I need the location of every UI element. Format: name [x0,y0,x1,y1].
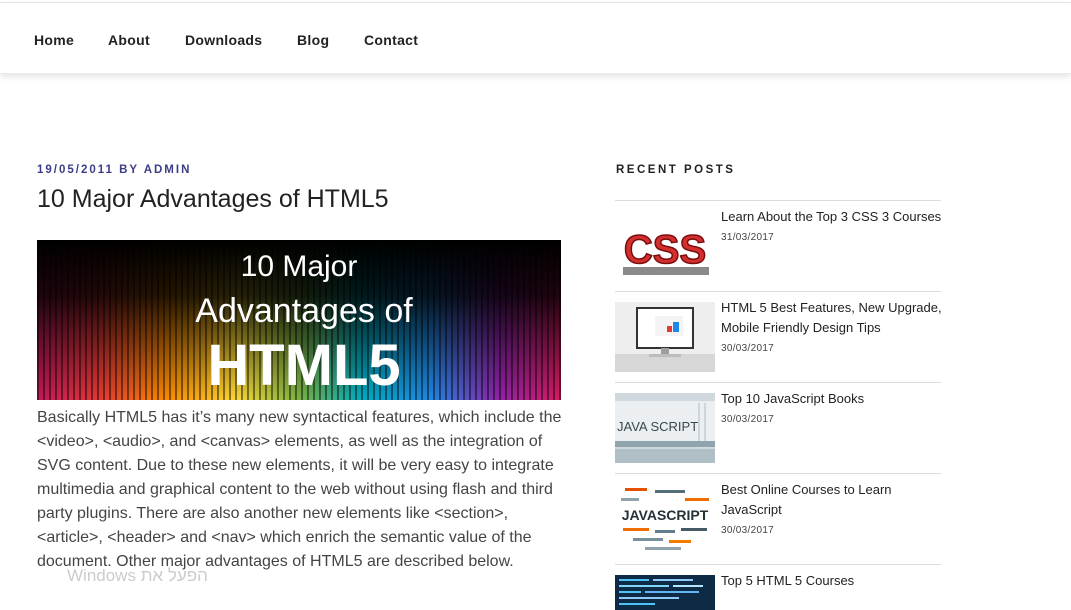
hero-text-line3: HTML5 [207,333,400,398]
nav-contact-link[interactable]: Contact [364,32,418,48]
javascript-cloud-thumb-text: JAVASCRIPT [622,507,709,523]
recent-post-item: JAVASCRIPT Best Online Courses to Learn … [615,473,941,564]
recent-post-item: Top 5 HTML 5 Courses [615,564,941,610]
nav-downloads-link[interactable]: Downloads [185,32,262,48]
post-body-text: Basically HTML5 has it’s many new syntac… [37,409,562,570]
recent-post-thumbnail[interactable] [615,302,715,372]
hero-text-line1: 10 Major [241,250,358,283]
recent-post-thumbnail[interactable] [615,575,715,610]
recent-posts-heading: RECENT POSTS [616,164,736,176]
main-navigation: Home About Downloads Blog Contact [0,3,1071,74]
recent-post-thumbnail[interactable]: CSS [615,211,715,281]
recent-post-title[interactable]: Learn About the Top 3 CSS 3 Courses [721,207,943,227]
post-meta: 19/05/2011 BY ADMIN [37,164,191,176]
recent-post-date: 30/03/2017 [721,414,775,425]
post-date[interactable]: 19/05/2011 [37,164,114,176]
windows-activation-watermark: Windows הפעל את [67,566,208,585]
recent-post-title[interactable]: HTML 5 Best Features, New Upgrade, Mobil… [721,298,943,338]
recent-post-item: CSS Learn About the Top 3 CSS 3 Courses … [615,200,941,291]
recent-post-item: JAVA SCRIPT Top 10 JavaScript Books 30/0… [615,382,941,473]
post-by-label: BY [119,164,139,176]
post-title[interactable]: 10 Major Advantages of HTML5 [37,185,389,214]
nav-home-link[interactable]: Home [34,32,74,48]
nav-about-link[interactable]: About [108,32,150,48]
recent-post-date: 31/03/2017 [721,232,775,243]
css-thumb-text: CSS [624,228,706,272]
recent-post-title[interactable]: Top 10 JavaScript Books [721,389,943,409]
recent-post-title[interactable]: Best Online Courses to Learn JavaScript [721,480,943,520]
nav-blog-link[interactable]: Blog [297,32,329,48]
recent-post-date: 30/03/2017 [721,525,775,536]
post-featured-image: 10 Major Advantages of HTML5 [37,240,561,400]
recent-post-thumbnail[interactable]: JAVA SCRIPT [615,393,715,463]
javascript-book-thumb-text: JAVA SCRIPT [617,419,698,434]
recent-post-item: HTML 5 Best Features, New Upgrade, Mobil… [615,291,943,382]
recent-post-title[interactable]: Top 5 HTML 5 Courses [721,571,943,591]
post-author[interactable]: ADMIN [144,164,192,176]
recent-post-thumbnail[interactable]: JAVASCRIPT [615,484,715,554]
hero-text-line2: Advantages of [195,292,413,330]
recent-post-date: 30/03/2017 [721,343,775,354]
